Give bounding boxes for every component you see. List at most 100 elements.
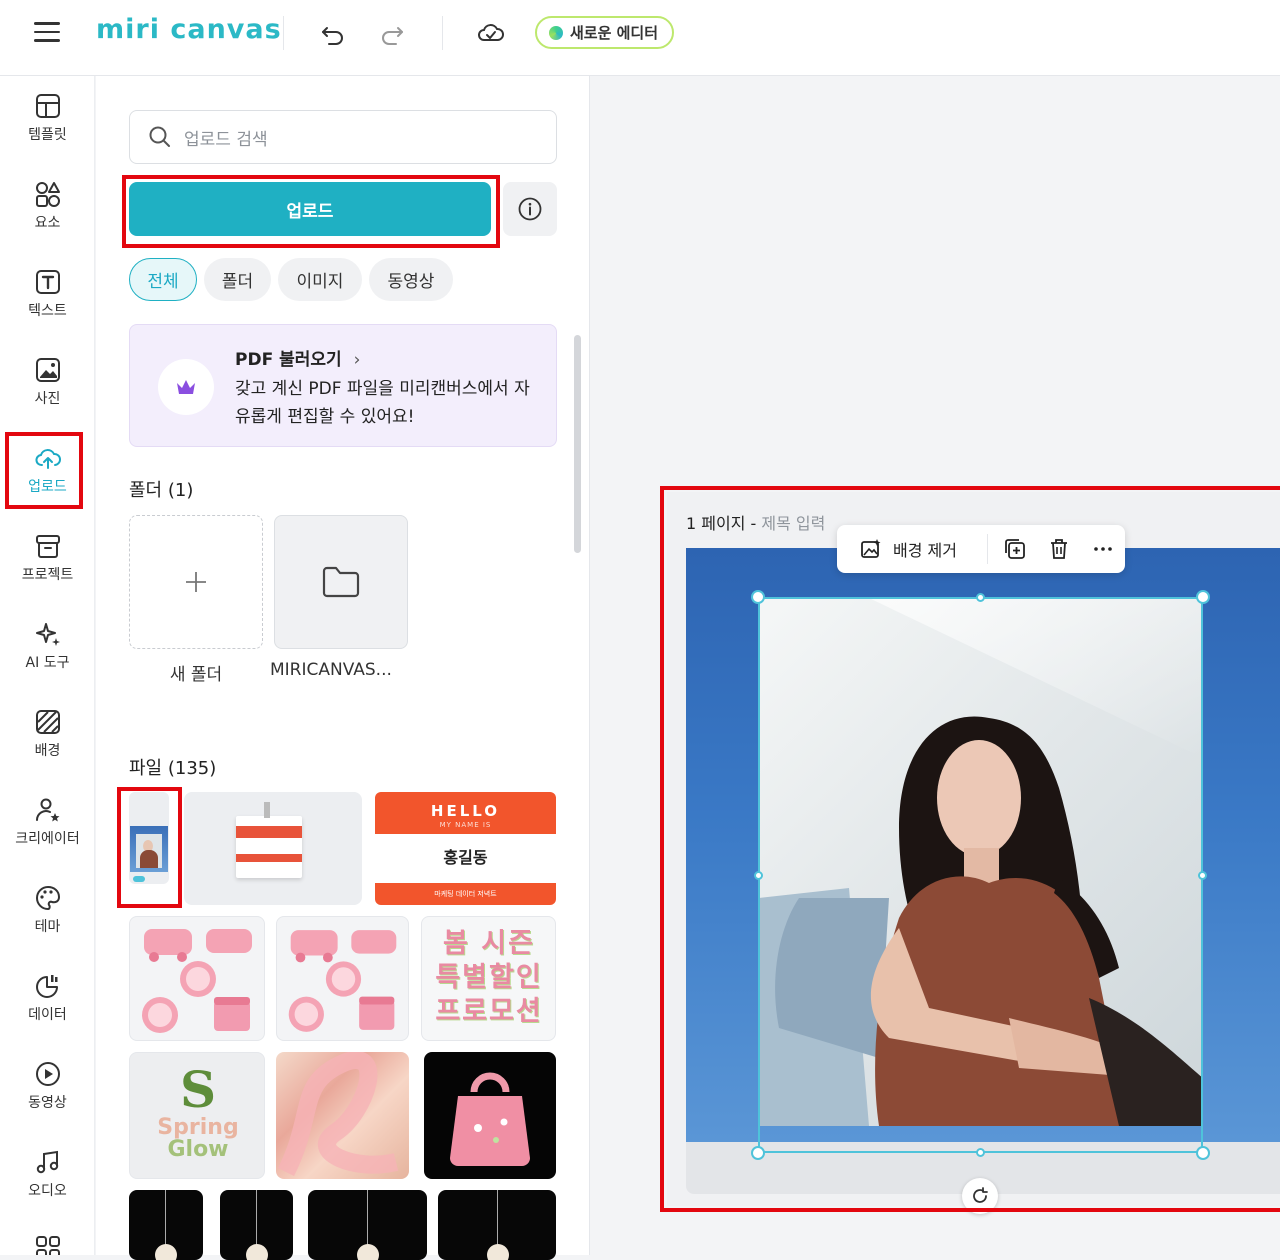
name-text: 홍길동 xyxy=(443,848,488,867)
file-thumbnail[interactable] xyxy=(308,1190,427,1260)
my-name-is-text: MY NAME IS xyxy=(439,821,492,829)
resize-handle[interactable] xyxy=(1196,1146,1210,1160)
folder-name: MIRICANVAS... xyxy=(270,660,392,680)
file-thumbnail[interactable] xyxy=(220,1190,293,1260)
file-thumbnail[interactable] xyxy=(438,1190,556,1260)
folder-icon xyxy=(322,566,360,598)
left-sidebar: 템플릿 요소 텍스트 사진 업로드 프로젝트 AI 도구 배경 크리에이터 테마… xyxy=(0,76,95,1255)
pdf-import-card[interactable]: PDF 불러오기 › 갖고 계신 PDF 파일을 미리캔버스에서 자유롭게 편집… xyxy=(129,324,557,447)
sidebar-item-label: 오디오 xyxy=(28,1183,67,1199)
sidebar-item-data[interactable]: 데이터 xyxy=(0,972,95,1052)
file-thumbnail[interactable]: 봄 시즌 특별할인 프로모션 xyxy=(421,916,556,1041)
upload-button[interactable]: 업로드 xyxy=(129,182,491,236)
pink-stickers-image xyxy=(142,929,252,1033)
resize-handle[interactable] xyxy=(754,871,763,880)
new-folder-button[interactable] xyxy=(129,515,263,649)
filter-image[interactable]: 이미지 xyxy=(278,258,362,301)
resize-handle[interactable] xyxy=(1198,871,1207,880)
sidebar-item-photo[interactable]: 사진 xyxy=(0,356,95,436)
filter-all[interactable]: 전체 xyxy=(129,258,197,301)
divider xyxy=(987,534,988,564)
sidebar-item-label: AI 도구 xyxy=(25,655,70,671)
sidebar-item-label: 요소 xyxy=(34,215,61,231)
sidebar-item-video[interactable]: 동영상 xyxy=(0,1060,95,1140)
remove-background-label: 배경 제거 xyxy=(893,541,957,560)
music-icon xyxy=(36,1150,58,1174)
spring-text: Spring xyxy=(157,1115,239,1140)
file-thumbnail[interactable] xyxy=(276,916,409,1041)
spring-promo-text: 봄 시즌 특별할인 프로모션 xyxy=(435,928,543,1027)
app-logo[interactable]: miri canvas xyxy=(96,14,282,45)
file-thumbnail[interactable] xyxy=(424,1052,556,1179)
search-placeholder: 업로드 검색 xyxy=(184,129,268,150)
top-bar: miri canvas 새로운 에디터 xyxy=(0,0,1280,76)
file-thumbnail[interactable]: S Spring Glow xyxy=(129,1052,265,1179)
spring-logo-s: S xyxy=(179,1060,217,1119)
redo-icon[interactable] xyxy=(377,18,407,48)
crown-badge xyxy=(158,359,214,415)
portrait-thumbnail-image xyxy=(130,826,168,872)
floating-toolbar: 배경 제거 xyxy=(837,525,1125,573)
resize-handle[interactable] xyxy=(976,593,985,602)
resize-handle[interactable] xyxy=(751,590,765,604)
file-thumbnail[interactable] xyxy=(129,1190,203,1260)
menu-icon[interactable] xyxy=(34,22,60,44)
sidebar-item-project[interactable]: 프로젝트 xyxy=(0,532,95,612)
cloud-save-icon[interactable] xyxy=(476,18,506,48)
hello-text: HELLO xyxy=(430,802,501,820)
ai-sparkle-icon xyxy=(35,623,60,646)
sidebar-item-label: 크리에이터 xyxy=(15,831,80,847)
pink-stickers-image xyxy=(288,930,397,1032)
pdf-title: PDF 불러오기 xyxy=(235,350,342,370)
sidebar-item-more[interactable] xyxy=(0,1234,95,1255)
sidebar-item-elements[interactable]: 요소 xyxy=(0,180,95,260)
info-button[interactable] xyxy=(503,182,557,236)
resize-handle[interactable] xyxy=(751,1146,765,1160)
trash-icon[interactable] xyxy=(1046,536,1072,562)
sidebar-item-background[interactable]: 배경 xyxy=(0,708,95,788)
pdf-title-row: PDF 불러오기 › xyxy=(235,345,360,370)
sidebar-item-template[interactable]: 템플릿 xyxy=(0,92,95,172)
sidebar-item-label: 텍스트 xyxy=(28,303,67,319)
search-input[interactable]: 업로드 검색 xyxy=(129,110,557,164)
name-subtext: 마케팅 데이터 저녁트 xyxy=(375,883,556,905)
resize-handle[interactable] xyxy=(976,1148,985,1157)
file-thumbnail[interactable] xyxy=(129,792,169,884)
folders-title: 폴더 (1) xyxy=(129,480,194,501)
hello-banner: HELLO MY NAME IS xyxy=(375,792,556,834)
new-editor-label: 새로운 에디터 xyxy=(570,24,659,42)
new-editor-button[interactable]: 새로운 에디터 xyxy=(535,16,674,49)
undo-icon[interactable] xyxy=(318,18,348,48)
file-thumbnail[interactable]: HELLO MY NAME IS 홍길동 마케팅 데이터 저녁트 xyxy=(375,792,556,905)
file-thumbnail[interactable] xyxy=(129,916,265,1041)
search-icon xyxy=(149,126,170,147)
remove-background-button[interactable]: 배경 제거 xyxy=(837,537,987,561)
file-thumbnail[interactable] xyxy=(184,792,362,905)
crown-icon xyxy=(177,380,195,394)
sidebar-item-label: 프로젝트 xyxy=(21,567,74,583)
name-tag-mockup xyxy=(236,816,302,878)
sidebar-item-ai-tools[interactable]: AI 도구 xyxy=(0,620,95,700)
filter-folder[interactable]: 폴더 xyxy=(204,258,271,301)
sidebar-item-text[interactable]: 텍스트 xyxy=(0,268,95,348)
file-thumbnail[interactable] xyxy=(276,1052,409,1179)
sidebar-item-creator[interactable]: 크리에이터 xyxy=(0,796,95,876)
selection-box[interactable] xyxy=(758,597,1203,1153)
more-options-icon[interactable] xyxy=(1090,536,1116,562)
sidebar-item-label: 동영상 xyxy=(28,1095,67,1111)
rotate-handle[interactable] xyxy=(962,1178,998,1214)
page-title-input[interactable]: 제목 입력 xyxy=(761,514,825,533)
sidebar-item-upload[interactable]: 업로드 xyxy=(0,444,95,524)
folder-item[interactable] xyxy=(274,515,408,649)
upload-cloud-icon xyxy=(34,449,61,469)
panel-scrollbar[interactable] xyxy=(574,335,581,553)
duplicate-icon[interactable] xyxy=(1002,536,1028,562)
silk-ribbon-image xyxy=(277,1052,399,1177)
sidebar-item-theme[interactable]: 테마 xyxy=(0,884,95,964)
filter-video[interactable]: 동영상 xyxy=(369,258,453,301)
more-apps-icon xyxy=(35,1236,60,1255)
creator-icon xyxy=(35,798,59,822)
resize-handle[interactable] xyxy=(1196,590,1210,604)
sidebar-item-audio[interactable]: 오디오 xyxy=(0,1148,95,1228)
background-icon xyxy=(35,710,60,734)
